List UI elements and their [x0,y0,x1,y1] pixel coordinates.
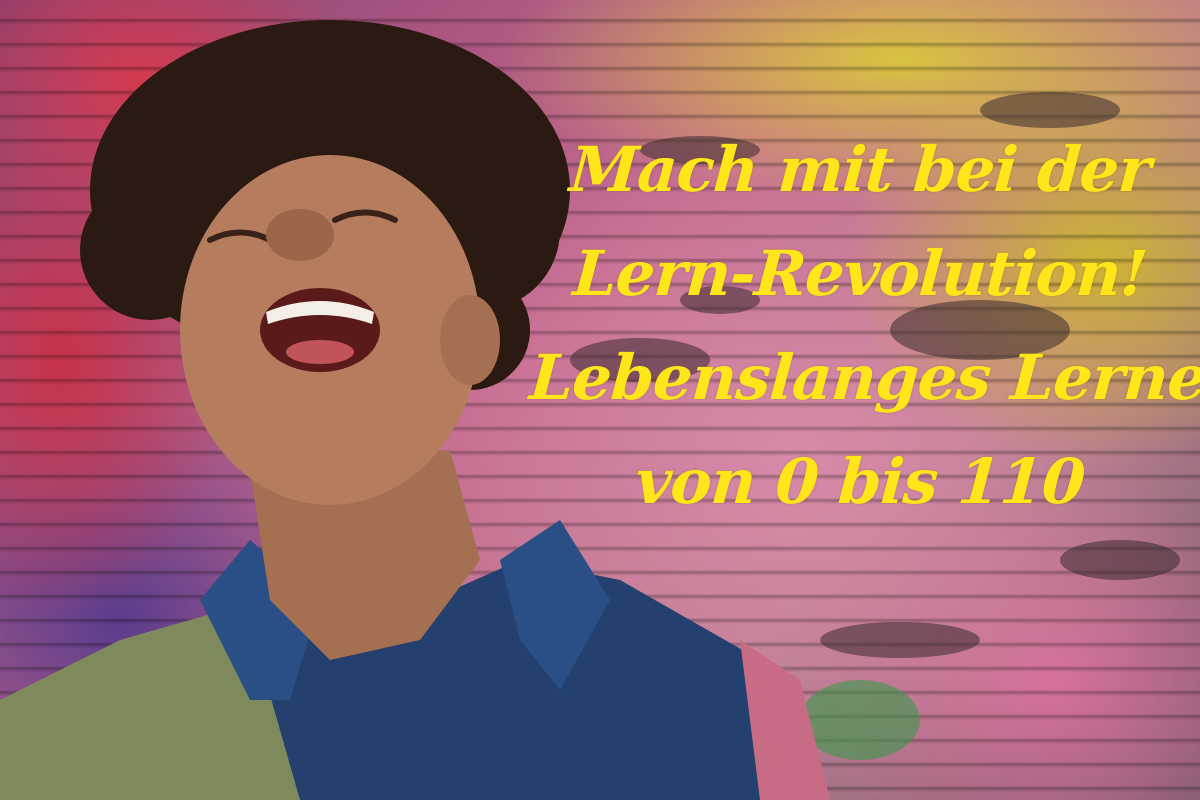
headline-line-3: Lebenslanges Lernen [527,341,1200,414]
headline-text-block: Mach mit bei der Lern-Revolution! Lebens… [527,118,1200,534]
photo-scene: Mach mit bei der Lern-Revolution! Lebens… [0,0,1200,800]
headline-line-2: Lern-Revolution! [570,237,1150,310]
headline-line-4: von 0 bis 110 [633,445,1087,518]
headline-line-1: Mach mit bei der [567,133,1153,206]
